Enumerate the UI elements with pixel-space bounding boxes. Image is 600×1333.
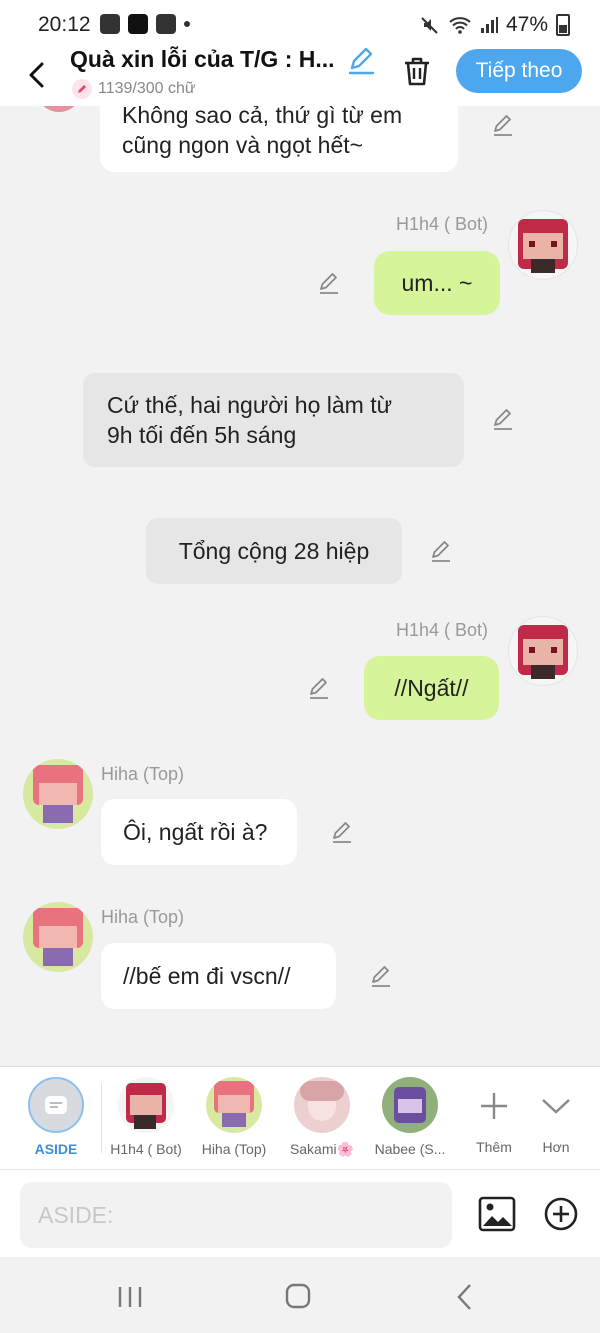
status-bar: 20:12 47% xyxy=(0,0,600,50)
message-text: Không sao cả, thứ gì từ em xyxy=(122,106,403,128)
composer xyxy=(0,1169,600,1258)
message-bubble[interactable]: Ôi, ngất rồi à? xyxy=(101,799,297,865)
edit-title-icon[interactable] xyxy=(346,46,376,76)
system-status: 47% xyxy=(420,13,570,37)
character-h1h4[interactable]: H1h4 ( Bot) xyxy=(106,1077,186,1157)
avatar xyxy=(206,1077,262,1133)
aside-text: 9h tối đến 5h sáng xyxy=(107,422,297,448)
story-title[interactable]: Quà xin lỗi của T/G : H... xyxy=(70,46,335,73)
aside-text: Cứ thế, hai người họ làm từ xyxy=(107,392,393,418)
home-icon[interactable] xyxy=(278,1279,318,1315)
notification-icons xyxy=(100,14,190,34)
message-text: cũng ngon và ngọt hết~ xyxy=(122,132,364,158)
edit-message-icon[interactable] xyxy=(490,112,516,138)
story-header: Quà xin lỗi của T/G : H... 1139/300 chữ … xyxy=(0,46,600,106)
tray-divider xyxy=(101,1083,102,1153)
avatar xyxy=(118,1077,174,1133)
edit-message-icon[interactable] xyxy=(428,538,454,564)
recent-apps-icon[interactable] xyxy=(110,1279,150,1315)
plus-icon xyxy=(481,1093,507,1119)
character-name: Hiha (Top) xyxy=(201,1141,267,1157)
character-nabee[interactable]: Nabee (S... xyxy=(370,1077,450,1157)
message-input[interactable] xyxy=(20,1182,452,1248)
signal-icon xyxy=(480,17,498,33)
sender-name: H1h4 ( Bot) xyxy=(396,214,489,234)
character-name: H1h4 ( Bot) xyxy=(110,1141,182,1157)
character-name: Nabee (S... xyxy=(374,1141,446,1157)
message-text: //bế em đi vscn// xyxy=(123,963,291,989)
edit-message-icon[interactable] xyxy=(329,819,355,845)
collapse-label: Hơn xyxy=(542,1139,570,1155)
zalo-icon xyxy=(156,14,176,34)
sender-name: Hiha (Top) xyxy=(101,764,185,784)
avatar xyxy=(382,1077,438,1133)
chat-area[interactable]: Không sao cả, thứ gì từ em cũng ngon và … xyxy=(0,106,600,1066)
battery-percent: 47% xyxy=(505,13,548,36)
avatar[interactable] xyxy=(508,210,578,280)
message-icon xyxy=(45,1096,67,1114)
character-tray: ASIDE H1h4 ( Bot) Hiha (Top) Sakami🌸 Nab… xyxy=(0,1066,600,1170)
more-notifications-icon xyxy=(184,21,190,27)
status-time: 20:12 xyxy=(38,13,91,36)
aside-text: Tổng cộng 28 hiệp xyxy=(178,538,370,564)
character-sakami[interactable]: Sakami🌸 xyxy=(284,1077,360,1158)
sender-name: Hiha (Top) xyxy=(101,907,185,927)
add-icon[interactable] xyxy=(543,1196,579,1232)
pencil-icon xyxy=(72,79,92,99)
edit-message-icon[interactable] xyxy=(306,675,332,701)
avatar[interactable] xyxy=(508,616,578,686)
next-button[interactable]: Tiếp theo xyxy=(456,49,582,93)
aside-label: ASIDE xyxy=(34,1141,78,1157)
sender-name: H1h4 ( Bot) xyxy=(396,620,489,640)
more-characters-button[interactable]: Thêm xyxy=(466,1077,522,1155)
edit-message-icon[interactable] xyxy=(490,406,516,432)
system-nav-bar xyxy=(0,1257,600,1333)
character-hiha[interactable]: Hiha (Top) xyxy=(196,1077,272,1157)
message-bubble[interactable]: um... ~ xyxy=(374,251,500,315)
avatar[interactable] xyxy=(36,106,82,112)
chevron-down-icon xyxy=(542,1099,570,1114)
aside-selector[interactable]: ASIDE xyxy=(24,1077,88,1157)
wifi-icon xyxy=(449,17,471,34)
image-icon[interactable] xyxy=(478,1196,516,1232)
message-text: //Ngất// xyxy=(394,675,469,701)
gallery-icon xyxy=(100,14,120,34)
aside-avatar xyxy=(28,1077,84,1133)
message-bubble[interactable]: //bế em đi vscn// xyxy=(101,943,336,1009)
battery-icon xyxy=(556,14,570,36)
back-button[interactable] xyxy=(20,58,54,92)
avatar[interactable] xyxy=(23,902,93,972)
word-count: 1139/300 chữ xyxy=(98,80,196,97)
message-bubble[interactable]: //Ngất// xyxy=(364,656,499,720)
avatar xyxy=(294,1077,350,1133)
chevron-left-icon xyxy=(29,62,44,88)
word-counter: 1139/300 chữ xyxy=(72,79,196,99)
mute-icon xyxy=(421,17,438,34)
avatar[interactable] xyxy=(23,759,93,829)
message-text: Ôi, ngất rồi à? xyxy=(123,819,268,845)
trash-icon[interactable] xyxy=(400,54,434,88)
edit-message-icon[interactable] xyxy=(316,270,342,296)
aside-bubble[interactable]: Tổng cộng 28 hiệp xyxy=(146,518,402,584)
edit-message-icon[interactable] xyxy=(368,963,394,989)
back-nav-icon[interactable] xyxy=(446,1279,486,1315)
message-text: um... ~ xyxy=(401,270,473,296)
collapse-tray-button[interactable]: Hơn xyxy=(530,1077,582,1155)
aside-bubble[interactable]: Cứ thế, hai người họ làm từ 9h tối đến 5… xyxy=(83,373,464,467)
more-label: Thêm xyxy=(476,1139,512,1155)
message-bubble[interactable]: Không sao cả, thứ gì từ em cũng ngon và … xyxy=(100,106,458,172)
tiktok-icon xyxy=(128,14,148,34)
character-name: Sakami🌸 xyxy=(289,1141,355,1157)
